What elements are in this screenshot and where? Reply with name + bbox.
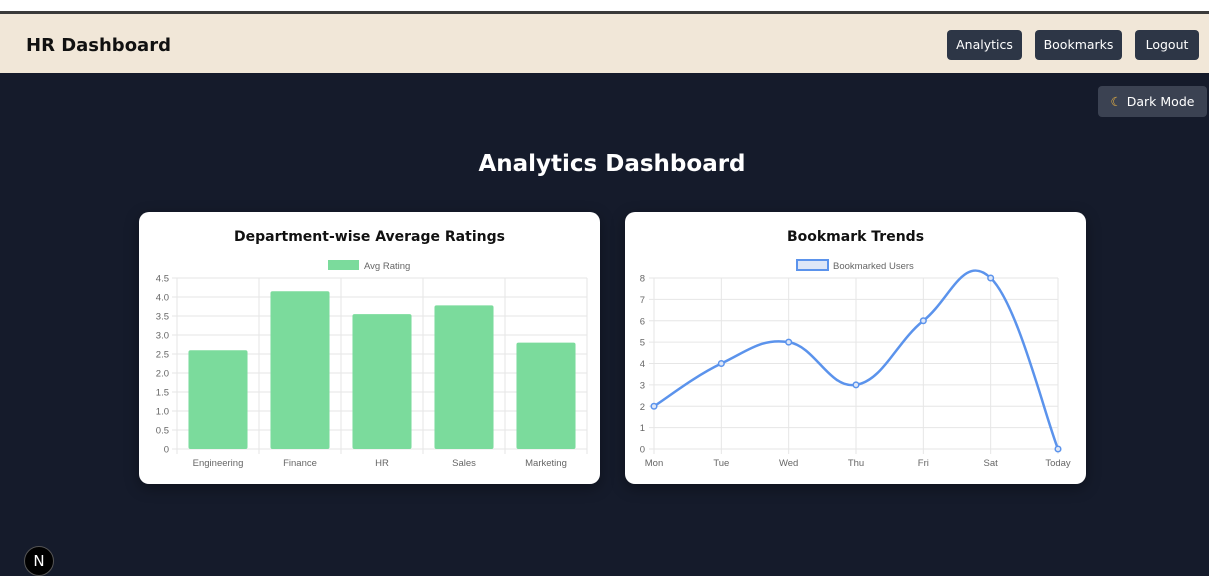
y-tick-label: 5 [640,338,645,349]
x-tick-label: Tue [713,458,729,469]
legend-label: Bookmarked Users [833,261,914,272]
x-tick-label: Wed [779,458,798,469]
data-point-sat [987,274,995,282]
y-tick-label: 1 [640,423,645,434]
y-tick-label: 0 [640,445,645,456]
y-tick-label: 7 [640,295,645,306]
x-tick-label: Mon [645,458,663,469]
x-tick-label: HR [375,458,389,469]
bar-finance [270,291,330,449]
data-point-thu [852,381,860,389]
y-tick-label: 8 [640,274,645,285]
bar-hr [352,314,412,449]
data-point-today [1054,445,1062,453]
y-tick-label: 2.5 [156,350,169,361]
x-tick-label: Engineering [193,458,244,469]
legend-swatch [796,259,829,271]
dev-indicator-badge[interactable]: N [24,546,54,576]
data-point-mon [650,402,658,410]
moon-icon: ☾ [1110,94,1122,109]
x-tick-label: Today [1045,458,1071,469]
navbar: HR Dashboard Analytics Bookmarks Logout [0,14,1209,73]
legend-label: Avg Rating [364,261,410,272]
window-top-edge [0,0,1209,14]
bar-marketing [516,342,576,449]
x-tick-label: Thu [848,458,864,469]
x-tick-label: Sat [984,458,999,469]
x-tick-label: Sales [452,458,476,469]
bookmark-trends-card: Bookmark Trends Bookmarked Users 0 1 2 3 4 5 6 7… [625,212,1086,484]
y-tick-label: 4.5 [156,274,169,285]
y-tick-label: 2.0 [156,369,169,380]
bookmarks-button[interactable]: Bookmarks [1035,30,1122,60]
app-title: HR Dashboard [26,35,171,56]
dark-mode-label: Dark Mode [1126,94,1195,109]
x-tick-label: Marketing [525,458,567,469]
ratings-bar-chart: Avg Rating 0 0.5 1.0 1.5 2.0 2.5 3.0 3.5 4.0 4.5 En… [156,260,588,469]
x-tick-label: Fri [918,458,929,469]
y-tick-label: 0 [164,445,169,456]
y-tick-label: 2 [640,402,645,413]
logout-button[interactable]: Logout [1135,30,1199,60]
bookmark-line-chart: Bookmarked Users 0 1 2 3 4 5 6 7 8 Mon Tue Wed Thu Fri… [640,259,1071,469]
data-point-fri [919,317,927,325]
data-point-tue [717,359,725,368]
ratings-chart-card: Department-wise Average Ratings Avg Rati… [139,212,600,484]
page-title: Analytics Dashboard [478,151,746,177]
y-tick-label: 0.5 [156,426,169,437]
analytics-button[interactable]: Analytics [947,30,1022,60]
y-tick-label: 3 [640,380,645,391]
y-tick-label: 1.0 [156,407,169,418]
bar-sales [434,305,494,449]
y-tick-label: 4 [640,359,645,370]
y-tick-label: 3.5 [156,312,169,323]
dark-mode-toggle-button[interactable]: ☾ Dark Mode [1098,86,1207,117]
y-tick-label: 1.5 [156,388,169,399]
legend-swatch [328,260,359,270]
y-tick-label: 3.0 [156,331,169,342]
y-tick-label: 6 [640,316,645,327]
bar-engineering [188,350,248,449]
data-point-wed [785,338,793,346]
y-tick-label: 4.0 [156,293,169,304]
x-tick-label: Finance [283,458,317,469]
